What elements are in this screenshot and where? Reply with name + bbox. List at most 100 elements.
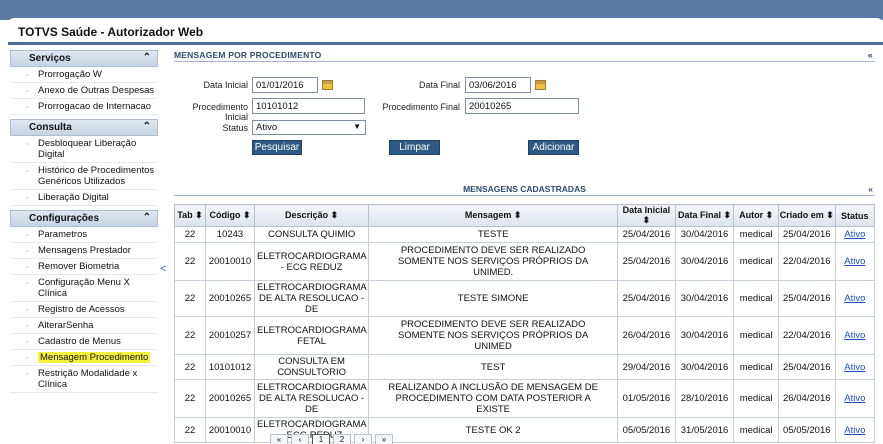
table-cell: ELETROCARDIOGRAMA FETAL [253,316,370,355]
table-cell: 10243 [205,226,255,243]
bullet-icon: ▫ [26,355,29,362]
status-link[interactable]: Ativo [834,242,876,281]
status-label: Status [222,123,248,133]
column-header[interactable]: Data Final ⬍ [674,204,735,227]
column-header[interactable]: Criado em ⬍ [777,204,836,227]
sidebar-item[interactable]: ▫ Registro de Acessos [10,302,158,318]
sidebar-item[interactable]: ▫ Anexo de Outras Despesas [10,83,158,99]
column-header[interactable]: Autor ⬍ [733,204,779,227]
chevron-up-icon[interactable]: ⌃ [143,212,151,223]
data-inicial-field[interactable]: 01/01/2016 [252,77,318,93]
column-header[interactable]: Mensagem ⬍ [368,204,619,227]
sidebar-item[interactable]: ▫ Remover Biometria [10,259,158,275]
status-link[interactable]: Ativo [834,280,876,317]
sidebar-item[interactable]: ▫ Mensagens Prestador [10,243,158,259]
table-cell: 22 [173,417,207,443]
status-link[interactable]: Ativo [834,316,876,355]
list-collapse-icon[interactable]: « [868,184,873,194]
table-body: 22 10243 CONSULTA QUIMIO TESTE 25/04/2016 30/… [173,226,876,443]
status-link[interactable]: Ativo [834,226,876,243]
table-row[interactable]: 22 10243 CONSULTA QUIMIO TESTE 25/04/2016 30/… [173,226,876,243]
table-cell: 25/04/2016 [617,280,676,317]
table-row[interactable]: 22 20010010 ELETROCARDIOGRAMA - ECG REDUZ P… [173,242,876,281]
table-cell: 25/04/2016 [617,226,676,243]
sidebar-item[interactable]: ▫ Cadastro de Menus [10,334,158,350]
table-cell: 22 [173,242,207,281]
pager-button[interactable]: ‹ [291,434,309,444]
table-cell: 28/10/2016 [674,379,735,418]
column-header[interactable]: Tab ⬍ [173,204,207,227]
form-collapse-icon[interactable]: « [868,50,873,60]
table-cell: 01/05/2016 [617,379,676,418]
table-row[interactable]: 22 10101012 CONSULTA EM CONSULTORIO TEST 29/… [173,354,876,380]
adicionar-button[interactable]: Adicionar [528,140,579,155]
sidebar-item[interactable]: ▫ AlterarSenha [10,318,158,334]
bullet-icon: ▫ [26,339,29,346]
proc-inicial-field[interactable]: 10101012 [252,98,365,114]
sidebar-item[interactable]: ▫ Restrição Modalidade x Clínica [10,366,158,393]
sidebar: Serviços ⌃ ▫ Prorrogação W ▫ Anexo de Outras … [10,50,158,393]
sidebar-item-label: Remover Biometria [38,261,120,272]
table-cell: 05/05/2016 [777,417,836,443]
sidebar-item[interactable]: ▫ Prorrogacao de Internacao [10,99,158,115]
status-select[interactable]: Ativo ▼ [252,120,366,135]
calendar-icon[interactable] [535,80,546,90]
sidebar-item[interactable]: ▫ Mensagem Procedimento [10,350,158,366]
table-cell: 26/04/2016 [777,379,836,418]
column-header[interactable]: Código ⬍ [205,204,255,227]
status-select-value: Ativo [256,122,278,133]
table-cell: 10101012 [205,354,255,380]
title-divider [8,42,883,45]
sidebar-item[interactable]: ▫ Desbloquear Liberação Digital [10,136,158,163]
data-final-field[interactable]: 03/06/2016 [465,77,531,93]
messages-table: Tab ⬍ Código ⬍ Descrição ⬍ Mensagem ⬍ Data I… [173,204,876,443]
sidebar-item-label: Liberação Digital [38,192,109,203]
sidebar-item[interactable]: ▫ Liberação Digital [10,190,158,206]
table-cell: 30/04/2016 [674,226,735,243]
calendar-icon[interactable] [322,80,333,90]
sidebar-item-label: Configuração Menu X Clínica [38,277,130,299]
status-link[interactable]: Ativo [834,379,876,418]
pager-button[interactable]: › [354,434,372,444]
pager-button[interactable]: 2 [333,434,351,444]
pager-button[interactable]: » [375,434,393,444]
table-row[interactable]: 22 20010265 ELETROCARDIOGRAMA DE ALTA RESO… [173,379,876,418]
sidebar-section-header[interactable]: Configurações ⌃ [10,210,158,227]
limpar-button[interactable]: Limpar [389,140,440,155]
bullet-icon: ▫ [26,88,29,95]
sidebar-item[interactable]: ▫ Prorrogação W [10,67,158,83]
sidebar-item[interactable]: ▫ Histórico de Procedimentos Genéricos Ut… [10,163,158,190]
status-link[interactable]: Ativo [834,417,876,443]
table-cell: 30/04/2016 [674,316,735,355]
column-header[interactable]: Status [834,204,876,227]
pager-button[interactable]: « [270,434,288,444]
sidebar-section-header[interactable]: Serviços ⌃ [10,50,158,67]
table-row[interactable]: 22 20010265 ELETROCARDIOGRAMA DE ALTA RESO… [173,280,876,317]
table-row[interactable]: 22 20010257 ELETROCARDIOGRAMA FETAL PROCEDI… [173,316,876,355]
table-cell: TESTE [368,226,619,243]
table-cell: 20010010 [205,242,255,281]
form-section-title-text: MENSAGEM POR PROCEDIMENTO [174,50,322,60]
chevron-up-icon[interactable]: ⌃ [143,121,151,132]
pesquisar-button[interactable]: Pesquisar [252,140,302,155]
proc-final-label: Procedimento Final [382,102,460,112]
column-header[interactable]: Data Inicial ⬍ [617,204,676,227]
table-cell: 20010265 [205,379,255,418]
table-cell: 22 [173,226,207,243]
bullet-icon: ▫ [26,72,29,79]
sidebar-collapse-button[interactable]: < [160,263,166,275]
status-link[interactable]: Ativo [834,354,876,380]
column-header[interactable]: Descrição ⬍ [253,204,370,227]
proc-final-field[interactable]: 20010265 [465,98,579,114]
table-cell: ELETROCARDIOGRAMA DE ALTA RESOLUCAO - DE [253,379,370,418]
table-cell: 05/05/2016 [617,417,676,443]
sidebar-item[interactable]: ▫ Parametros [10,227,158,243]
sidebar-item-label: Parametros [38,229,88,240]
pager-button[interactable]: 1 [312,434,330,444]
chevron-up-icon[interactable]: ⌃ [143,52,151,63]
sidebar-item[interactable]: ▫ Configuração Menu X Clínica [10,275,158,302]
sidebar-section-header[interactable]: Consulta ⌃ [10,119,158,136]
table-cell: 20010010 [205,417,255,443]
data-final-label: Data Final [418,80,460,90]
sidebar-item-label: Registro de Acessos [38,304,125,315]
